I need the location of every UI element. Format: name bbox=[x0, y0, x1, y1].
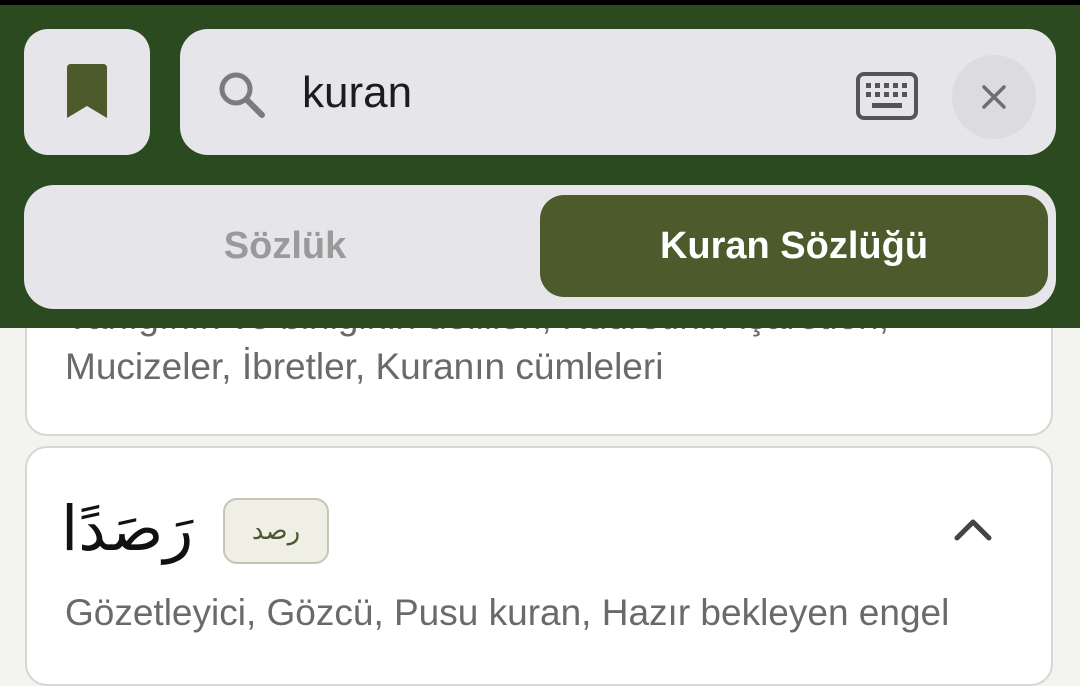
bookmark-icon bbox=[67, 64, 107, 118]
keyboard-icon[interactable] bbox=[856, 71, 918, 121]
tab-sozluk[interactable]: Sözlük bbox=[32, 195, 538, 297]
tab-kuran-sozlugu[interactable]: Kuran Sözlüğü bbox=[540, 195, 1048, 297]
result-card[interactable]: رَصَدًا رصد Gözetleyici, Gözcü, Pusu kur… bbox=[25, 446, 1053, 686]
result-meaning: Gözetleyici, Gözcü, Pusu kuran, Hazır be… bbox=[65, 592, 950, 633]
search-input[interactable] bbox=[302, 59, 822, 127]
app-header: Sözlük Kuran Sözlüğü bbox=[0, 0, 1080, 328]
search-bar bbox=[180, 29, 1056, 155]
root-badge[interactable]: رصد bbox=[223, 498, 329, 564]
bookmark-button[interactable] bbox=[24, 29, 150, 155]
chevron-up-icon[interactable] bbox=[953, 514, 993, 544]
close-icon bbox=[982, 85, 1006, 109]
search-icon bbox=[219, 72, 265, 118]
dictionary-tabs: Sözlük Kuran Sözlüğü bbox=[24, 185, 1056, 309]
arabic-word: رَصَدًا bbox=[61, 492, 194, 565]
clear-button[interactable] bbox=[952, 55, 1036, 139]
